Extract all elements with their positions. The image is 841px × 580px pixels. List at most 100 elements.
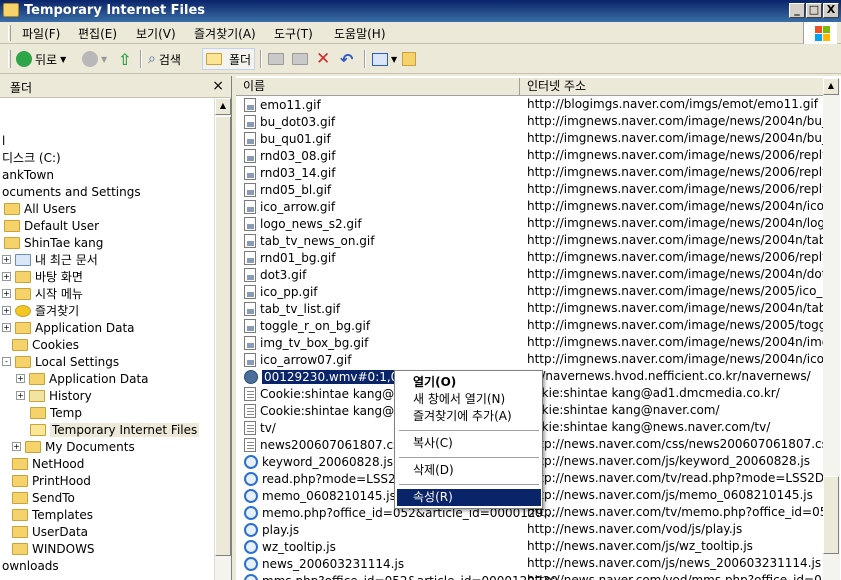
title-bar: Temporary Internet Files _ □ X: [0, 0, 841, 22]
file-name-cell: emo11.gif: [244, 96, 321, 113]
maximize-button[interactable]: □: [806, 3, 822, 18]
menu-open-new-window[interactable]: 새 창에서 열기(N): [397, 391, 541, 408]
menu-copy[interactable]: 복사(C): [397, 435, 541, 452]
file-row[interactable]: tab_tv_news_on.gif http://imgnews.naver.c…: [236, 232, 824, 249]
file-row[interactable]: toggle_r_on_bg.gif http://imgnews.naver.c…: [236, 317, 824, 334]
tree-item[interactable]: Cookies: [12, 336, 79, 353]
menu-properties[interactable]: 속성(R): [397, 489, 541, 506]
file-address: http://imgnews.naver.com/image/news/2006…: [527, 250, 824, 264]
file-row[interactable]: img_tv_box_bg.gif http://imgnews.naver.co…: [236, 334, 824, 351]
file-row[interactable]: wz_tooltip.js http://news.naver.com/js/wz…: [236, 538, 824, 555]
folders-button[interactable]: 폴더: [202, 48, 256, 70]
search-button[interactable]: ⌕ 검색: [148, 48, 181, 70]
file-row[interactable]: ico_pp.gif http://imgnews.naver.com/image…: [236, 283, 824, 300]
scroll-up-arrow-icon[interactable]: ▲: [215, 98, 231, 115]
tree-item[interactable]: Temp: [30, 404, 82, 421]
file-row[interactable]: ico_arrow.gif http://imgnews.naver.com/im…: [236, 198, 824, 215]
file-row[interactable]: rnd01_bg.gif http://imgnews.naver.com/ima…: [236, 249, 824, 266]
tree-item[interactable]: + Application Data: [16, 370, 149, 387]
file-row[interactable]: emo11.gif http://blogimgs.naver.com/imgs/…: [236, 96, 824, 113]
tree-item[interactable]: ankTown: [2, 166, 54, 183]
tree-item[interactable]: PrintHood: [12, 472, 91, 489]
expand-icon[interactable]: +: [2, 255, 11, 264]
move-to-button[interactable]: [268, 48, 288, 70]
menu-open[interactable]: 열기(O): [397, 374, 541, 391]
tree-item[interactable]: + History: [16, 387, 92, 404]
menu-delete[interactable]: 삭제(D): [397, 462, 541, 479]
folder-tree-scrollbar[interactable]: ▲: [214, 98, 231, 580]
text-file-icon: [244, 403, 256, 418]
tree-item[interactable]: ocuments and Settings: [2, 183, 141, 200]
menu-help[interactable]: 도움말(H): [334, 25, 386, 42]
folders-pane-close-button[interactable]: ×: [212, 78, 224, 94]
undo-button[interactable]: ↶: [340, 48, 353, 70]
menu-add-favorites[interactable]: 즐겨찾기에 추가(A): [397, 408, 541, 425]
tree-item[interactable]: + 즐겨찾기: [2, 302, 79, 319]
column-header-name[interactable]: 이름: [236, 78, 520, 96]
file-row[interactable]: mms.php?office_id=052&article_id=0000129…: [236, 572, 824, 580]
expand-icon[interactable]: +: [2, 323, 11, 332]
tree-item[interactable]: + 내 최근 문서: [2, 251, 98, 268]
forward-button[interactable]: ▼: [82, 48, 107, 70]
file-row[interactable]: dot3.gif http://imgnews.naver.com/image/n…: [236, 266, 824, 283]
file-name-cell: read.php?mode=LSS2D: [244, 470, 405, 487]
file-address: ookie:shintae kang@ad1.dmcmedia.co.kr/: [527, 386, 780, 400]
dropdown-arrow-icon: ▼: [101, 54, 108, 64]
tree-item[interactable]: ShinTae kang: [4, 234, 103, 251]
tree-item[interactable]: Temporary Internet Files: [30, 421, 200, 438]
tree-item[interactable]: NetHood: [12, 455, 84, 472]
scroll-up-arrow-icon[interactable]: ▲: [823, 78, 839, 95]
delete-button[interactable]: ✕: [316, 48, 330, 70]
tree-item[interactable]: - Local Settings: [2, 353, 119, 370]
expand-icon[interactable]: +: [12, 442, 21, 451]
file-row[interactable]: rnd03_14.gif http://imgnews.naver.com/ima…: [236, 164, 824, 181]
up-folder-button[interactable]: ⇧: [118, 48, 131, 70]
scroll-thumb[interactable]: [823, 476, 839, 554]
tree-item[interactable]: All Users: [4, 200, 76, 217]
menu-favorites[interactable]: 즐겨찾기(A): [194, 25, 256, 42]
menu-tools[interactable]: 도구(T): [274, 25, 313, 42]
tree-item[interactable]: UserData: [12, 523, 88, 540]
collapse-icon[interactable]: -: [2, 357, 11, 366]
tree-item[interactable]: Templates: [12, 506, 93, 523]
copy-to-button[interactable]: [292, 48, 312, 70]
expand-icon[interactable]: +: [16, 391, 25, 400]
tree-item[interactable]: WINDOWS: [12, 540, 95, 557]
tree-item[interactable]: 디스크 (C:): [2, 149, 61, 166]
file-row[interactable]: bu_qu01.gif http://imgnews.naver.com/imag…: [236, 130, 824, 147]
views-button[interactable]: ▼: [372, 48, 397, 70]
menu-file[interactable]: 파일(F): [22, 25, 60, 42]
scroll-thumb[interactable]: [215, 116, 231, 556]
folder-icon: [15, 355, 31, 368]
file-row[interactable]: rnd03_08.gif http://imgnews.naver.com/ima…: [236, 147, 824, 164]
expand-icon[interactable]: +: [2, 306, 11, 315]
expand-icon[interactable]: +: [2, 289, 11, 298]
tree-item[interactable]: + Application Data: [2, 319, 135, 336]
tree-item[interactable]: + 시작 메뉴: [2, 285, 83, 302]
column-header-address[interactable]: 인터넷 주소: [520, 78, 824, 96]
minimize-button[interactable]: _: [789, 3, 805, 18]
menu-view[interactable]: 보기(V): [136, 25, 176, 42]
back-button[interactable]: 뒤로 ▼: [16, 48, 66, 70]
file-row[interactable]: tab_tv_list.gif http://imgnews.naver.com/…: [236, 300, 824, 317]
expand-icon[interactable]: +: [2, 272, 11, 281]
sync-button[interactable]: [402, 48, 416, 70]
file-address: ookie:shintae kang@news.naver.com/tv/: [527, 420, 771, 434]
tree-item[interactable]: + My Documents: [12, 438, 135, 455]
tree-item[interactable]: + 바탕 화면: [2, 268, 83, 285]
file-list-scrollbar[interactable]: ▲: [823, 78, 840, 580]
file-row[interactable]: ico_arrow07.gif http://imgnews.naver.com/…: [236, 351, 824, 368]
file-row[interactable]: logo_news_s2.gif http://imgnews.naver.com…: [236, 215, 824, 232]
tree-item[interactable]: ownloads: [2, 557, 59, 574]
tree-item[interactable]: l: [2, 132, 5, 149]
tree-item[interactable]: SendTo: [12, 489, 75, 506]
file-row[interactable]: bu_dot03.gif http://imgnews.naver.com/ima…: [236, 113, 824, 130]
file-row[interactable]: news_200603231114.js http://news.naver.co…: [236, 555, 824, 572]
file-address: http://blogimgs.naver.com/imgs/emot/emo1…: [527, 97, 818, 111]
expand-icon[interactable]: +: [16, 374, 25, 383]
file-row[interactable]: play.js http://news.naver.com/vod/js/play…: [236, 521, 824, 538]
close-button[interactable]: X: [823, 3, 839, 18]
file-row[interactable]: rnd05_bl.gif http://imgnews.naver.com/ima…: [236, 181, 824, 198]
menu-edit[interactable]: 편집(E): [78, 25, 117, 42]
tree-item[interactable]: Default User: [4, 217, 99, 234]
